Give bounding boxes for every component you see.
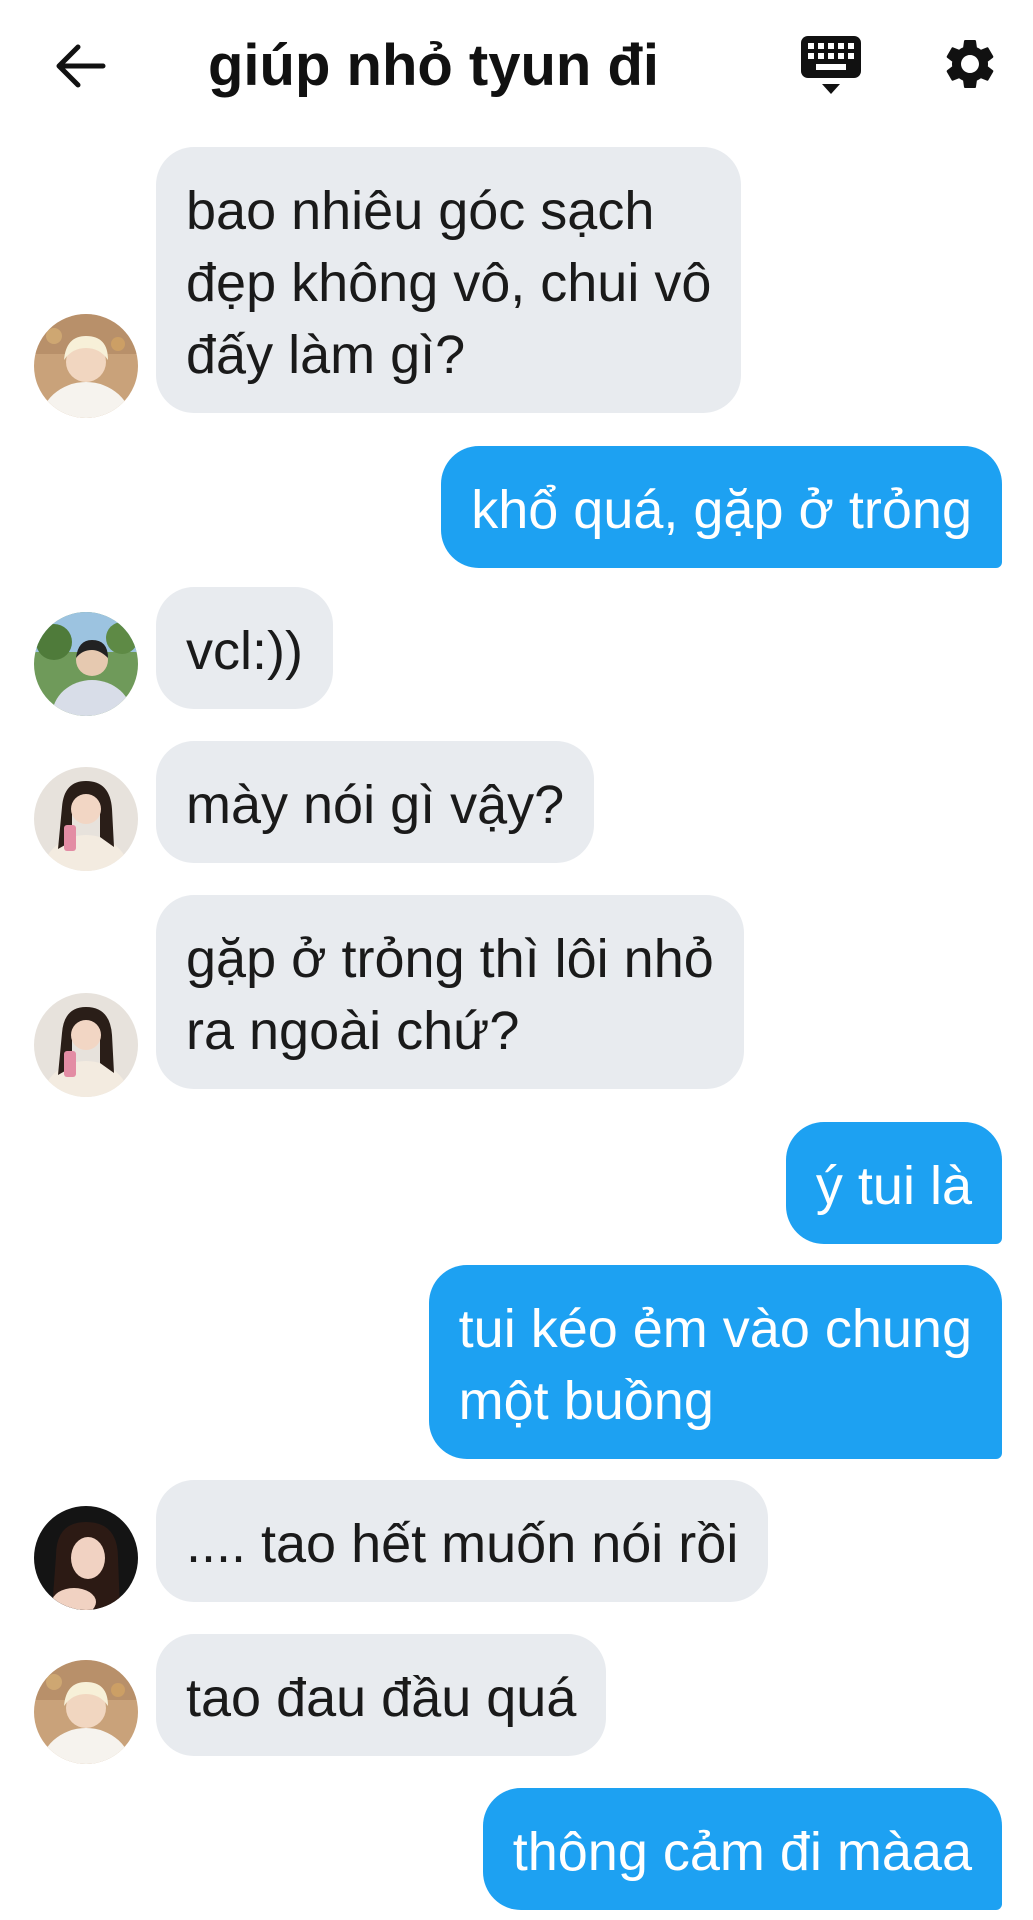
back-button[interactable] [52,38,108,94]
keyboard-button[interactable] [800,34,862,98]
message-bubble-incoming: mày nói gì vậy? [156,741,595,863]
message-bubble-outgoing: khổ quá, gặp ở trỏng [441,446,1002,568]
message-bubble-incoming: gặp ở trỏng thì lôi nhỏ ra ngoài chứ? [156,895,744,1089]
chat-header: giúp nhỏ tyun đi [0,0,1033,135]
message-bubble-incoming: bao nhiêu góc sạch đẹp không vô, chui vô… [156,147,742,413]
avatar[interactable] [34,612,138,716]
avatar-blond-boy [34,1660,138,1764]
message-bubble-outgoing: tui kéo ẻm vào chung một buồng [428,1265,1002,1459]
message-bubble-outgoing: thông cảm đi màaa [482,1788,1002,1910]
message-bubble-incoming: .... tao hết muốn nói rồi [156,1480,769,1602]
gear-icon [946,39,994,88]
avatar-girl-dark [34,1506,138,1610]
avatar-boy-outdoor [34,612,138,716]
avatar[interactable] [34,1660,138,1764]
avatar[interactable] [34,314,138,418]
avatar[interactable] [34,993,138,1097]
chat-title: giúp nhỏ tyun đi [208,33,660,98]
message-bubble-incoming: tao đau đầu quá [156,1634,607,1756]
avatar[interactable] [34,1506,138,1610]
message-bubble-outgoing: ý tui là [785,1122,1002,1244]
avatar[interactable] [34,767,138,871]
arrow-left-icon [56,44,106,88]
message-bubble-incoming: vcl:)) [156,587,333,709]
keyboard-icon [801,36,861,94]
avatar-girl-drink [34,767,138,871]
avatar-girl-drink [34,993,138,1097]
avatar-blond-boy [34,314,138,418]
settings-button[interactable] [940,34,1000,94]
